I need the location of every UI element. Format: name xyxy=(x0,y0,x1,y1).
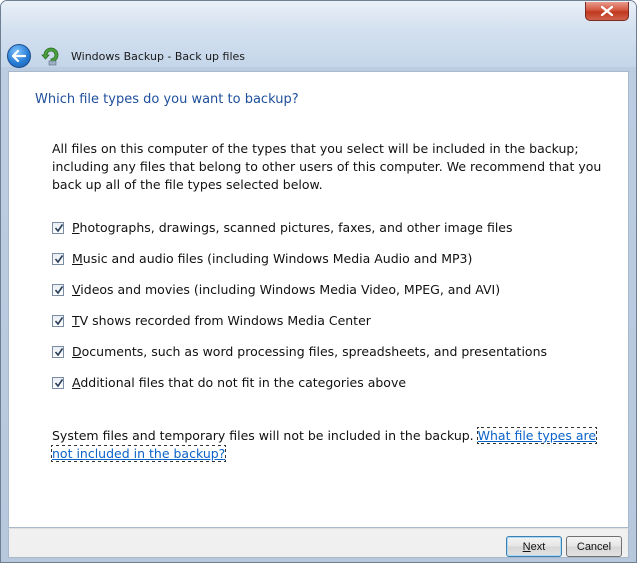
page-heading: Which file types do you want to backup? xyxy=(35,92,299,107)
option-images[interactable]: Photographs, drawings, scanned pictures,… xyxy=(52,212,547,243)
option-additional-files-label: Additional files that do not fit in the … xyxy=(72,375,407,390)
option-videos[interactable]: Videos and movies (including Windows Med… xyxy=(52,274,547,305)
backup-icon xyxy=(41,46,61,66)
window-title: Windows Backup - Back up files xyxy=(71,49,246,63)
button-bar: Next Cancel xyxy=(8,528,629,558)
intro-text: All files on this computer of the types … xyxy=(52,141,602,192)
option-documents[interactable]: Documents, such as word processing files… xyxy=(52,336,547,367)
close-button[interactable] xyxy=(585,2,629,21)
back-button[interactable] xyxy=(7,44,31,68)
footer-note-text: System files and temporary files will no… xyxy=(52,428,478,443)
footer-note: System files and temporary files will no… xyxy=(50,427,598,463)
back-arrow-icon xyxy=(11,47,27,66)
option-music-label: Music and audio files (including Windows… xyxy=(72,251,473,266)
documents-checkbox[interactable] xyxy=(52,345,64,358)
navigation-row: Windows Backup - Back up files xyxy=(7,43,630,69)
option-music[interactable]: Music and audio files (including Windows… xyxy=(52,243,547,274)
tv-shows-checkbox[interactable] xyxy=(52,314,64,327)
next-button[interactable]: Next xyxy=(506,536,562,557)
wizard-content: Which file types do you want to backup? … xyxy=(8,71,629,528)
additional-files-checkbox[interactable] xyxy=(52,376,64,389)
file-type-options: Photographs, drawings, scanned pictures,… xyxy=(52,212,547,398)
option-tv-shows[interactable]: TV shows recorded from Windows Media Cen… xyxy=(52,305,547,336)
cancel-button[interactable]: Cancel xyxy=(566,536,622,557)
option-tv-shows-label: TV shows recorded from Windows Media Cen… xyxy=(72,313,371,328)
videos-checkbox[interactable] xyxy=(52,283,64,296)
option-documents-label: Documents, such as word processing files… xyxy=(72,344,548,359)
music-checkbox[interactable] xyxy=(52,252,64,265)
option-additional-files[interactable]: Additional files that do not fit in the … xyxy=(52,367,547,398)
option-videos-label: Videos and movies (including Windows Med… xyxy=(72,282,501,297)
images-checkbox[interactable] xyxy=(52,221,64,234)
option-images-label: Photographs, drawings, scanned pictures,… xyxy=(72,220,513,235)
backup-window: Windows Backup - Back up files Which fil… xyxy=(0,0,637,563)
